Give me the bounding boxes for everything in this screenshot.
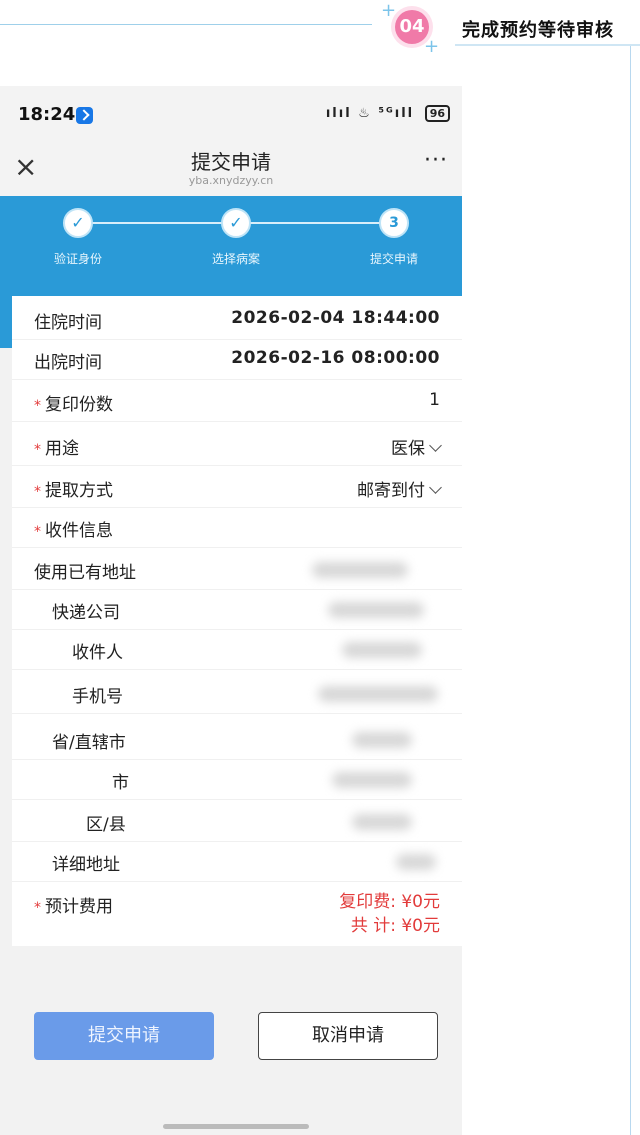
district-row[interactable]: 区/县 (12, 802, 462, 842)
submit-application-button[interactable]: 提交申请 (34, 1012, 214, 1060)
use-existing-address-label: 使用已有地址 (34, 563, 136, 583)
discharge-time-value: 2026-02-16 08:00:00 (231, 348, 440, 368)
status-bar: 18:24 ılıl ♨ ⁵ᴳıll 96 (0, 86, 462, 144)
phone-row[interactable]: 手机号 (12, 674, 462, 714)
recipient-info-row: * 收件信息 (12, 508, 462, 548)
recipient-info-label: * 收件信息 (34, 521, 113, 541)
step-submit-label: 提交申请 (369, 252, 418, 266)
cancel-application-button[interactable]: 取消申请 (258, 1012, 438, 1060)
city-label: 市 (112, 773, 129, 793)
page-url: yba.xnydzyy.cn (188, 174, 274, 187)
card-edge-band (0, 300, 12, 348)
required-asterisk: * (34, 484, 41, 500)
plus-decoration-icon: + (381, 0, 397, 21)
battery-icon: 96 (424, 105, 450, 122)
nav-bar: × 提交申请 yba.xnydzyy.cn ··· (0, 144, 462, 196)
blurred-value[interactable] (352, 814, 412, 830)
phone-label: 手机号 (72, 687, 123, 707)
admission-time-row: 住院时间 2026-02-04 18:44:00 (12, 300, 462, 340)
recipient-label: 收件人 (72, 643, 123, 663)
fee-summary: 复印费: ¥0元 共 计: ¥0元 (339, 890, 440, 938)
estimated-fee-row: * 预计费用 复印费: ¥0元 共 计: ¥0元 (12, 884, 462, 944)
copies-row[interactable]: * 复印份数 1 (12, 382, 462, 422)
system-status-icons: ılıl ♨ ⁵ᴳıll 96 (326, 105, 450, 122)
courier-label: 快递公司 (52, 603, 120, 623)
blurred-value[interactable] (396, 854, 436, 870)
pickup-method-label: * 提取方式 (34, 481, 113, 501)
admission-time-label: 住院时间 (34, 313, 102, 333)
blurred-value[interactable] (318, 686, 438, 702)
purpose-row[interactable]: * 用途 医保 (12, 426, 462, 466)
discharge-time-row: 出院时间 2026-02-16 08:00:00 (12, 340, 462, 380)
required-asterisk: * (34, 900, 41, 916)
use-existing-address-row[interactable]: 使用已有地址 (12, 550, 462, 590)
page-right-border (630, 46, 631, 1135)
province-label: 省/直辖市 (52, 733, 126, 753)
step-select-check-icon: ✓ (221, 208, 251, 238)
application-form: 住院时间 2026-02-04 18:44:00 出院时间 2026-02-16… (12, 296, 462, 946)
plus-decoration-icon: + (424, 36, 440, 57)
step-verify-label: 验证身份 (53, 252, 102, 266)
total-fee-value: 共 计: ¥0元 (350, 916, 440, 936)
pickup-method-row[interactable]: * 提取方式 邮寄到付 (12, 468, 462, 508)
purpose-select[interactable]: 医保 (391, 434, 442, 459)
chevron-down-icon (429, 481, 442, 494)
copies-input[interactable]: 1 (429, 390, 440, 410)
step-number-badge: 04 (395, 10, 429, 44)
pickup-method-select[interactable]: 邮寄到付 (357, 476, 442, 501)
page-title: 提交申请 (191, 150, 271, 174)
banner-divider-left (0, 24, 372, 25)
district-label: 区/县 (86, 815, 126, 835)
blurred-value[interactable] (352, 732, 412, 748)
app-notification-icon (76, 107, 93, 124)
step-submit-number: 3 (379, 208, 409, 238)
blurred-value[interactable] (312, 562, 408, 578)
more-icon[interactable]: ··· (424, 148, 448, 173)
phone-screen: 18:24 ılıl ♨ ⁵ᴳıll 96 × 提交申请 yba.xnydzyy… (0, 86, 462, 1135)
recipient-row[interactable]: 收件人 (12, 630, 462, 670)
copies-label: * 复印份数 (34, 395, 113, 415)
required-asterisk: * (34, 398, 41, 414)
required-asterisk: * (34, 442, 41, 458)
city-row[interactable]: 市 (12, 760, 462, 800)
step-banner: + + 04 完成预约等待审核 (0, 0, 640, 80)
banner-divider-right (455, 44, 640, 46)
home-indicator[interactable] (163, 1124, 309, 1129)
status-time: 18:24 (18, 104, 76, 125)
step-select-label: 选择病案 (211, 252, 260, 266)
progress-stepper: ✓ 验证身份 ✓ 选择病案 3 提交申请 (0, 196, 462, 300)
purpose-label: * 用途 (34, 439, 79, 459)
step-title: 完成预约等待审核 (462, 20, 614, 41)
blurred-value[interactable] (328, 602, 424, 618)
blurred-value[interactable] (342, 642, 422, 658)
admission-time-value: 2026-02-04 18:44:00 (231, 308, 440, 328)
estimated-fee-label: * 预计费用 (34, 897, 113, 917)
discharge-time-label: 出院时间 (34, 353, 102, 373)
detail-address-row[interactable]: 详细地址 (12, 842, 462, 882)
signal-icon: ılıl ♨ ⁵ᴳıll (325, 106, 415, 121)
blurred-value[interactable] (332, 772, 412, 788)
copy-fee-value: 复印费: ¥0元 (339, 892, 440, 912)
province-row[interactable]: 省/直辖市 (12, 720, 462, 760)
detail-address-label: 详细地址 (52, 855, 120, 875)
step-verify-check-icon: ✓ (63, 208, 93, 238)
required-asterisk: * (34, 524, 41, 540)
courier-row[interactable]: 快递公司 (12, 590, 462, 630)
chevron-down-icon (429, 439, 442, 452)
